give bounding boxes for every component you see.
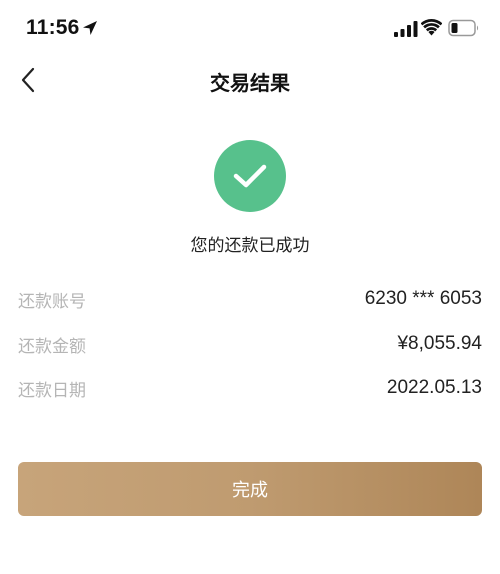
detail-label: 还款日期: [18, 380, 86, 401]
screen: 11:56 交易结果 您的还款已成功 还款账号 6230 *** 6053 还款…: [0, 0, 500, 574]
done-button[interactable]: 完成: [18, 462, 482, 516]
status-time: 11:56: [26, 16, 80, 39]
detail-row-account: 还款账号 6230 *** 6053: [18, 284, 482, 314]
detail-value: 6230 *** 6053: [364, 288, 482, 309]
detail-label: 还款账号: [18, 291, 86, 312]
success-message: 您的还款已成功: [190, 236, 310, 256]
battery-icon: [448, 19, 479, 37]
location-arrow-icon: [83, 21, 97, 35]
success-badge: [214, 140, 286, 212]
detail-value: ¥8,055.94: [397, 333, 482, 354]
done-button-label: 完成: [232, 480, 268, 501]
nav-bar: 交易结果: [0, 58, 500, 102]
detail-row-amount: 还款金额 ¥8,055.94: [18, 329, 482, 359]
check-icon: [233, 164, 267, 188]
detail-value: 2022.05.13: [386, 377, 482, 398]
page-title: 交易结果: [210, 71, 290, 95]
wifi-icon: [421, 19, 442, 36]
status-bar: 11:56: [0, 0, 500, 58]
cellular-signal-icon: [394, 21, 418, 37]
detail-label: 还款金额: [18, 336, 86, 357]
detail-row-date: 还款日期 2022.05.13: [18, 373, 482, 403]
